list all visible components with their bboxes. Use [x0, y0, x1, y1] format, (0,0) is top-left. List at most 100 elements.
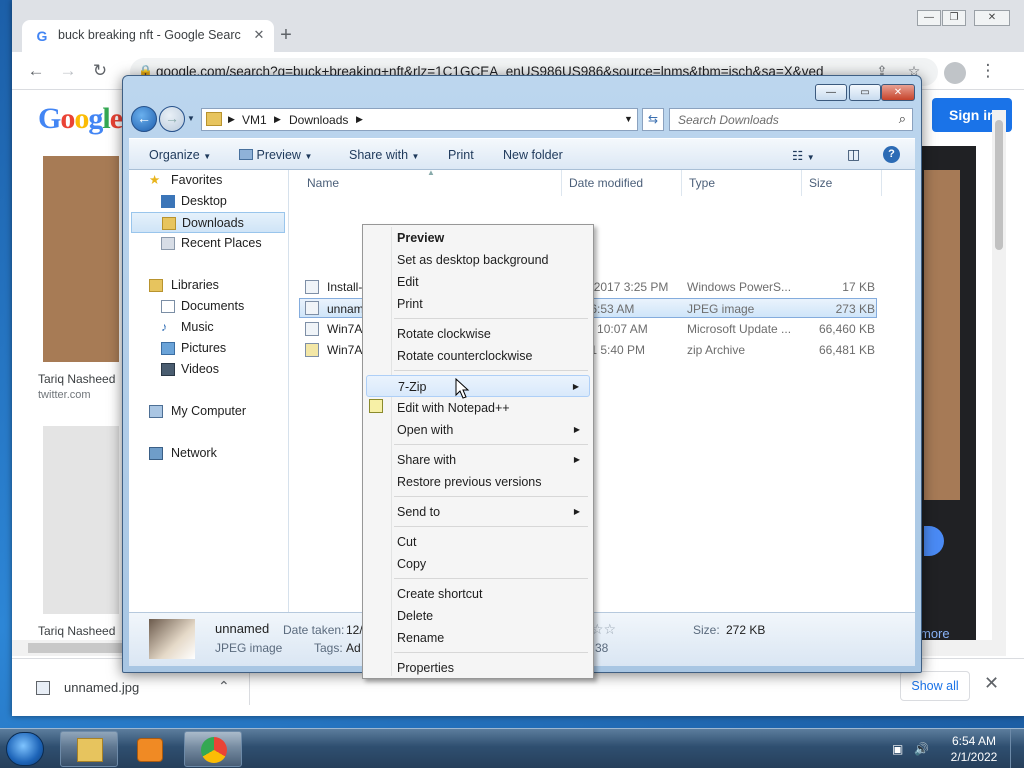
- nav-my-computer[interactable]: My Computer: [149, 401, 246, 422]
- column-divider[interactable]: [881, 170, 882, 196]
- search-icon[interactable]: ⌕: [899, 111, 906, 127]
- taskbar-chrome[interactable]: [184, 731, 242, 767]
- reload-icon[interactable]: ↻: [88, 60, 112, 84]
- nav-label: Recent Places: [181, 236, 262, 250]
- nav-videos[interactable]: Videos: [159, 359, 219, 380]
- download-item[interactable]: unnamed.jpg ⌃: [22, 671, 250, 705]
- column-divider[interactable]: [801, 170, 802, 196]
- chrome-minimize-button[interactable]: —: [917, 10, 941, 26]
- rating-stars[interactable]: ☆☆: [591, 621, 616, 638]
- breadcrumb-separator[interactable]: ▶: [274, 114, 281, 125]
- menu-item-7-zip[interactable]: 7-Zip ▶: [366, 375, 590, 397]
- show-all-button[interactable]: Show all: [900, 671, 970, 701]
- help-icon[interactable]: ?: [883, 146, 900, 163]
- chrome-maximize-button[interactable]: ❐: [942, 10, 966, 26]
- refresh-icon[interactable]: ⇆: [642, 108, 664, 131]
- close-icon[interactable]: ✕: [984, 673, 999, 694]
- network-tray-icon[interactable]: ▣: [892, 742, 906, 756]
- preview-button[interactable]: Preview ▼: [239, 148, 312, 162]
- recent-pages-dropdown[interactable]: ▼: [187, 114, 195, 123]
- column-divider[interactable]: [681, 170, 682, 196]
- new-tab-button[interactable]: +: [274, 24, 298, 48]
- page-scrollbar[interactable]: [992, 110, 1006, 650]
- share-with-button[interactable]: Share with ▼: [349, 148, 419, 162]
- menu-item-rename[interactable]: Rename: [366, 627, 590, 649]
- google-logo[interactable]: Google: [38, 102, 123, 136]
- taskbar-media-player[interactable]: [122, 731, 180, 767]
- nav-libraries[interactable]: Libraries: [149, 275, 219, 296]
- menu-item-rotate-clockwise[interactable]: Rotate clockwise: [366, 323, 590, 345]
- recent-places-icon: [161, 237, 175, 250]
- scrollbar-thumb[interactable]: [995, 120, 1003, 250]
- taskbar-explorer[interactable]: [60, 731, 118, 767]
- profile-avatar[interactable]: [944, 62, 966, 84]
- search-box[interactable]: Search Downloads ⌕: [669, 108, 913, 131]
- address-bar[interactable]: ▶ VM1 ▶ Downloads ▶ ▼: [201, 108, 638, 131]
- back-arrow-icon[interactable]: ←: [24, 60, 48, 84]
- volume-icon[interactable]: 🔊: [914, 742, 929, 756]
- address-dropdown-icon[interactable]: ▼: [624, 114, 633, 124]
- nav-documents[interactable]: Documents: [159, 296, 244, 317]
- menu-item-rotate-counterclockwise[interactable]: Rotate counterclockwise: [366, 345, 590, 367]
- chrome-tab[interactable]: G buck breaking nft - Google Searc ✕: [22, 20, 274, 52]
- column-divider[interactable]: [561, 170, 562, 196]
- menu-item-share-with[interactable]: Share with ▶: [366, 449, 590, 471]
- maximize-button[interactable]: ▭: [849, 84, 881, 101]
- nav-favorites[interactable]: ★ Favorites: [149, 170, 222, 191]
- start-orb-icon[interactable]: [6, 732, 44, 766]
- breadcrumb-separator[interactable]: ▶: [228, 114, 235, 125]
- nav-recent-places[interactable]: Recent Places: [159, 233, 262, 254]
- menu-item-print[interactable]: Print: [366, 293, 590, 315]
- show-desktop-button[interactable]: [1010, 729, 1024, 768]
- menu-dots-icon[interactable]: ⋮: [976, 60, 1000, 84]
- submenu-arrow-icon: ▶: [573, 425, 580, 434]
- details-date-value[interactable]: 12/: [346, 623, 363, 637]
- nav-desktop[interactable]: Desktop: [159, 191, 227, 212]
- image-result-1[interactable]: [43, 156, 119, 362]
- menu-item-edit-with-notepad[interactable]: Edit with Notepad++: [366, 397, 590, 419]
- preview-pane-icon[interactable]: ◫: [847, 146, 860, 163]
- nav-network[interactable]: Network: [149, 443, 217, 464]
- menu-item-send-to[interactable]: Send to ▶: [366, 501, 590, 523]
- menu-item-set-as-desktop-background[interactable]: Set as desktop background: [366, 249, 590, 271]
- menu-item-label: Share with: [397, 453, 457, 467]
- image-result-title[interactable]: Tariq Nasheed: [38, 372, 115, 386]
- menu-item-copy[interactable]: Copy: [366, 553, 590, 575]
- breadcrumb-vm1[interactable]: VM1: [242, 113, 267, 127]
- column-header-date[interactable]: Date modified: [569, 176, 643, 190]
- print-button[interactable]: Print: [448, 148, 474, 162]
- menu-item-cut[interactable]: Cut: [366, 531, 590, 553]
- breadcrumb-separator[interactable]: ▶: [356, 114, 363, 125]
- forward-arrow-icon[interactable]: →: [56, 60, 80, 84]
- menu-item-restore-previous-versions[interactable]: Restore previous versions: [366, 471, 590, 493]
- nav-music[interactable]: ♪ Music: [159, 317, 214, 338]
- image-result-title[interactable]: Tariq Nasheed: [38, 624, 115, 638]
- new-folder-button[interactable]: New folder: [503, 148, 563, 162]
- nav-pictures[interactable]: Pictures: [159, 338, 226, 359]
- close-button[interactable]: ✕: [881, 84, 915, 101]
- menu-item-preview[interactable]: Preview: [366, 227, 590, 249]
- tab-close-icon[interactable]: ✕: [250, 26, 268, 44]
- menu-item-open-with[interactable]: Open with ▶: [366, 419, 590, 441]
- forward-arrow-icon[interactable]: →: [159, 106, 185, 132]
- chrome-close-button[interactable]: ✕: [974, 10, 1010, 26]
- more-link[interactable]: more: [920, 626, 950, 641]
- column-header-size[interactable]: Size: [809, 176, 832, 190]
- chevron-up-icon[interactable]: ⌃: [218, 678, 230, 695]
- view-options-icon[interactable]: ☷ ▼: [792, 148, 815, 163]
- image-result-2[interactable]: [43, 426, 119, 614]
- menu-item-edit[interactable]: Edit: [366, 271, 590, 293]
- organize-button[interactable]: Organize ▼: [149, 148, 211, 162]
- minimize-button[interactable]: —: [815, 84, 847, 101]
- menu-item-properties[interactable]: Properties: [366, 657, 590, 679]
- breadcrumb-downloads[interactable]: Downloads: [289, 113, 348, 127]
- menu-item-create-shortcut[interactable]: Create shortcut: [366, 583, 590, 605]
- nav-downloads[interactable]: Downloads: [131, 212, 285, 233]
- details-tags-value[interactable]: Ad: [346, 641, 361, 655]
- column-header-name[interactable]: Name: [307, 176, 339, 190]
- tray-clock[interactable]: 6:54 AM 2/1/2022: [946, 733, 1002, 765]
- back-arrow-icon[interactable]: ←: [131, 106, 157, 132]
- column-header-type[interactable]: Type: [689, 176, 715, 190]
- visit-button[interactable]: [924, 526, 944, 556]
- menu-item-delete[interactable]: Delete: [366, 605, 590, 627]
